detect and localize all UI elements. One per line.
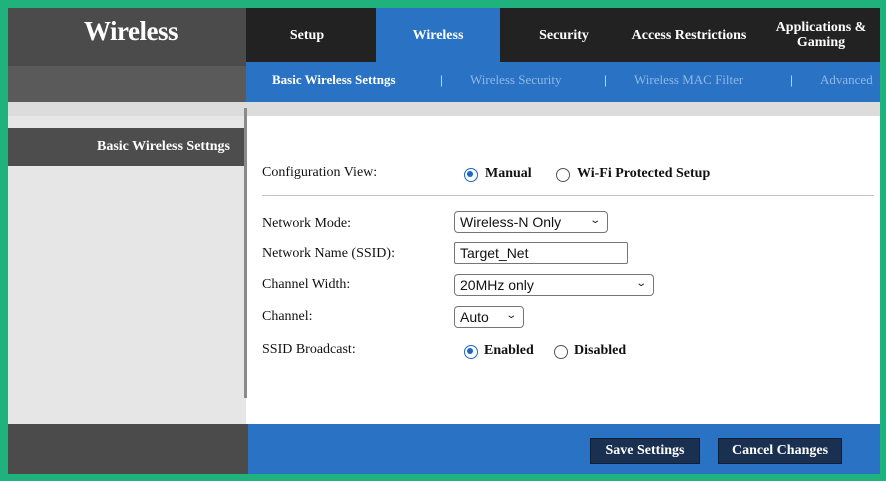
tab-security[interactable]: Security — [516, 8, 612, 62]
sidebar-heading: Basic Wireless Settngs — [8, 128, 246, 166]
footer-left-block — [8, 424, 248, 474]
save-settings-button[interactable]: Save Settings — [590, 438, 700, 464]
cancel-changes-button[interactable]: Cancel Changes — [718, 438, 842, 464]
sidebar-divider — [244, 108, 247, 398]
subnav-wireless-security[interactable]: Wireless Security — [470, 72, 562, 88]
ssid-input[interactable]: Target_Net — [454, 242, 628, 264]
channel-label: Channel: — [262, 309, 313, 324]
network-mode-label: Network Mode: — [262, 216, 352, 231]
router-admin-window: Wireless Setup Wireless Security Access … — [8, 8, 880, 474]
manual-radio-label: Manual — [485, 166, 532, 181]
manual-radio[interactable] — [464, 168, 478, 182]
subnav-separator: | — [440, 72, 443, 87]
broadcast-enabled-label: Enabled — [484, 343, 534, 358]
channel-width-value: 20MHz only — [460, 277, 534, 293]
subnav-advanced[interactable]: Advanced — [820, 72, 873, 88]
section-divider — [262, 195, 874, 196]
broadcast-disabled-radio[interactable] — [554, 345, 568, 359]
channel-width-label: Channel Width: — [262, 277, 351, 292]
chevron-down-icon: ⌄ — [588, 215, 601, 226]
config-view-label: Configuration View: — [262, 165, 378, 180]
settings-panel — [248, 118, 880, 424]
channel-select[interactable]: Auto ⌄ — [454, 306, 524, 328]
wps-radio-label: Wi-Fi Protected Setup — [577, 166, 711, 181]
chevron-down-icon: ⌄ — [504, 310, 517, 321]
tab-setup[interactable]: Setup — [256, 8, 358, 62]
tab-wireless[interactable]: Wireless — [376, 8, 500, 62]
network-mode-select[interactable]: Wireless-N Only ⌄ — [454, 211, 608, 233]
chevron-down-icon: ⌄ — [634, 278, 647, 289]
channel-value: Auto — [460, 309, 489, 325]
tab-applications-gaming[interactable]: Applications & Gaming — [764, 8, 878, 62]
ssid-broadcast-label: SSID Broadcast: — [262, 342, 356, 357]
content-top-band — [8, 102, 880, 116]
wps-radio[interactable] — [556, 168, 570, 182]
subnav-basic-wireless-settings[interactable]: Basic Wireless Settngs — [272, 72, 396, 88]
page-title: Wireless — [84, 16, 179, 46]
broadcast-enabled-radio[interactable] — [464, 345, 478, 359]
ssid-value: Target_Net — [460, 245, 529, 261]
subnav-wireless-mac-filter[interactable]: Wireless MAC Filter — [634, 72, 743, 88]
subnav-separator: | — [604, 72, 607, 87]
subnav-separator: | — [790, 72, 793, 87]
broadcast-disabled-label: Disabled — [574, 343, 627, 358]
subnav-left-block — [8, 66, 246, 102]
network-mode-value: Wireless-N Only — [460, 214, 562, 230]
tab-access-restrictions[interactable]: Access Restrictions — [614, 8, 764, 62]
channel-width-select[interactable]: 20MHz only ⌄ — [454, 274, 654, 296]
ssid-label: Network Name (SSID): — [262, 246, 395, 261]
